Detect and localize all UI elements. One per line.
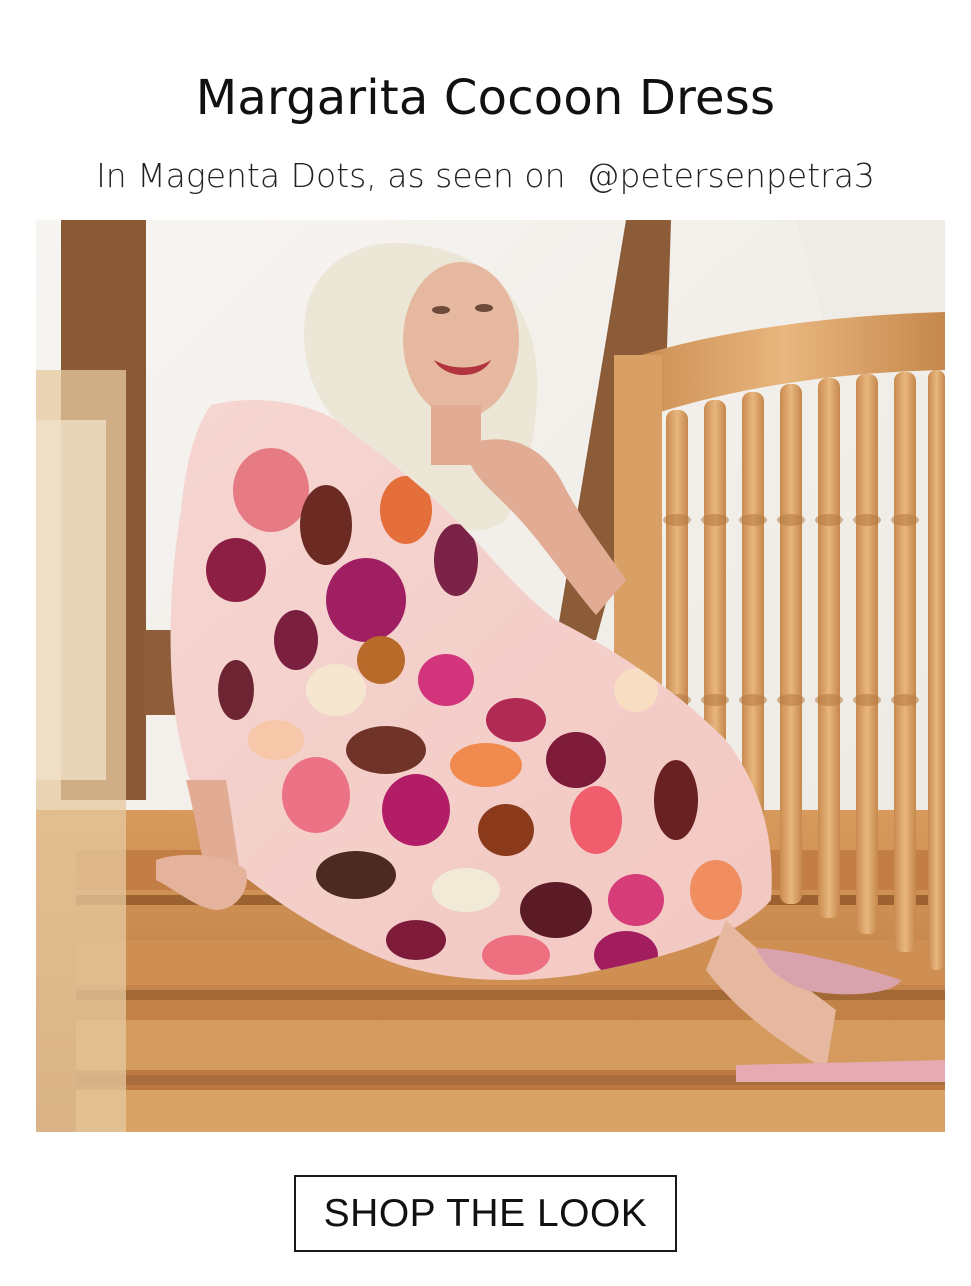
hero-image[interactable] xyxy=(36,220,945,1132)
hero-illustration xyxy=(36,220,945,1132)
product-subtitle: In Magenta Dots, as seen on @petersenpet… xyxy=(96,156,875,195)
product-title: Margarita Cocoon Dress xyxy=(195,70,776,126)
shop-the-look-button[interactable]: SHOP THE LOOK xyxy=(294,1175,677,1252)
